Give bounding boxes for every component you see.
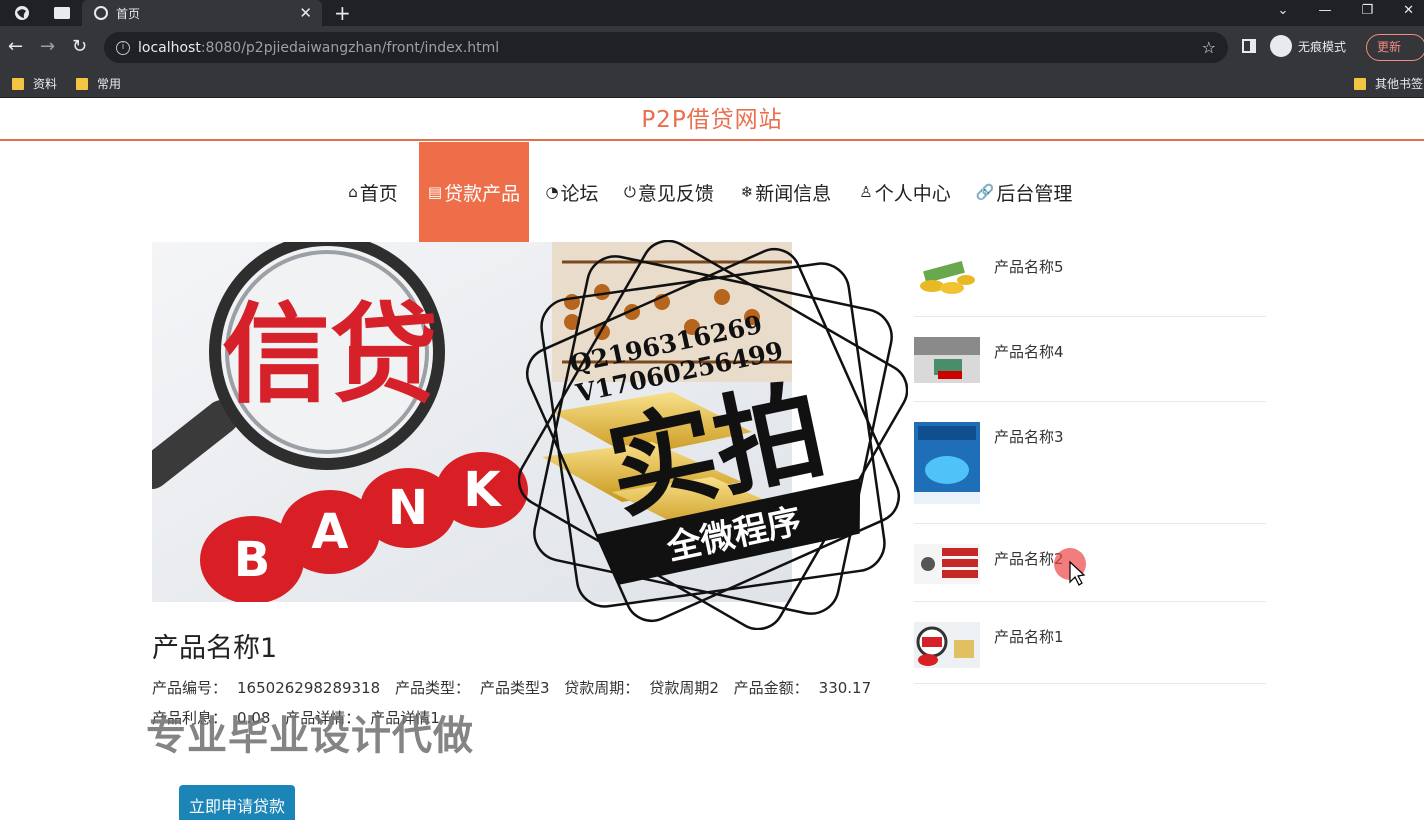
sidebar-product-2[interactable]: 产品名称2: [914, 534, 1266, 602]
forum-icon: ◔: [545, 183, 559, 201]
product-title: 产品名称1: [152, 633, 278, 664]
coin-letter-b: B: [234, 532, 271, 588]
browser-tab-strip: 首页 ✕ + ⌄ — ❐ ✕: [0, 0, 1424, 26]
coin-letter-n: N: [388, 480, 428, 536]
url-host: localhost: [138, 39, 201, 56]
star-icon: ★: [613, 529, 638, 562]
product-thumbnail: [914, 252, 980, 298]
globe-icon: [94, 6, 108, 20]
other-bookmarks-label: 其他书签: [1375, 77, 1424, 91]
nav-label: 论坛: [560, 182, 599, 205]
forward-icon[interactable]: →: [40, 36, 55, 58]
product-thumbnail: [914, 544, 980, 584]
sidebar-product-name: 产品名称4: [994, 343, 1064, 361]
product-type: 产品类型3: [479, 679, 550, 697]
nav-item-home[interactable]: ⌂ 首页: [338, 142, 408, 242]
nav-label: 新闻信息: [755, 182, 832, 205]
other-bookmarks[interactable]: 其他书签: [1354, 75, 1423, 92]
nav-label: 意见反馈: [637, 182, 714, 205]
new-tab-button[interactable]: +: [334, 0, 351, 26]
bookmark-label: 常用: [97, 77, 122, 91]
nav-label: 后台管理: [996, 182, 1073, 205]
restore-icon[interactable]: ❐: [1361, 0, 1373, 22]
incognito-label: 无痕模式: [1298, 39, 1347, 54]
product-code: 165026298289318: [237, 679, 381, 697]
banner-magnifier-text: 信贷: [222, 293, 438, 418]
address-toolbar: ← → ↻ i localhost:8080/p2pjiedaiwangzhan…: [0, 26, 1424, 70]
loan-period-label: 贷款周期：: [564, 679, 640, 697]
url-path: :8080/p2pjiedaiwangzhan/front/index.html: [200, 39, 500, 56]
tab-search-icon[interactable]: [52, 3, 72, 23]
nav-label: 个人中心: [874, 182, 951, 205]
tab-title: 首页: [116, 6, 141, 21]
nav-item-admin[interactable]: 🔗 后台管理: [972, 142, 1076, 242]
coin-letter-k: K: [463, 462, 502, 518]
nav-item-loan-products[interactable]: ▤ 贷款产品: [419, 142, 529, 242]
product-amount-label: 产品金额：: [733, 679, 809, 697]
watermark-text: 专业毕业设计代做: [146, 713, 474, 759]
nav-item-news[interactable]: ❄ 新闻信息: [734, 142, 838, 242]
browser-menu-icon[interactable]: [12, 3, 32, 23]
loan-product-icon: ▤: [427, 183, 443, 201]
feedback-icon: ⏻: [624, 183, 636, 201]
sidebar-product-name: 产品名称3: [994, 428, 1064, 446]
product-type-label: 产品类型：: [394, 679, 470, 697]
product-code-label: 产品编号：: [152, 679, 228, 697]
minimize-icon[interactable]: —: [1318, 0, 1331, 22]
product-thumbnail: [914, 422, 980, 504]
back-icon[interactable]: ←: [8, 36, 23, 58]
incognito-indicator[interactable]: 无痕模式: [1270, 35, 1346, 57]
incognito-icon: [1270, 35, 1292, 57]
reload-icon[interactable]: ↻: [72, 36, 87, 58]
side-panel-icon[interactable]: [1242, 39, 1256, 53]
site-info-icon[interactable]: i: [116, 40, 130, 55]
site-title: P2P借贷网站: [641, 107, 783, 133]
news-icon: ❄: [740, 183, 754, 201]
nav-label: 贷款产品: [444, 182, 521, 205]
sidebar-product-5[interactable]: 产品名称5: [914, 242, 1266, 317]
product-thumbnail: [914, 337, 980, 383]
sidebar-product-1[interactable]: 产品名称1: [914, 612, 1266, 684]
close-icon[interactable]: ✕: [299, 4, 312, 22]
folder-icon: [76, 77, 88, 90]
sidebar-product-3[interactable]: 产品名称3: [914, 412, 1266, 524]
product-amount: 330.17: [818, 679, 872, 697]
nav-label: 首页: [359, 182, 398, 205]
loan-period: 贷款周期2: [649, 679, 719, 697]
folder-icon: [1354, 77, 1366, 90]
bookmark-star-icon[interactable]: ☆: [1202, 38, 1216, 57]
window-controls: ⌄ — ❐ ✕: [1278, 0, 1414, 22]
sidebar-product-name: 产品名称5: [994, 258, 1064, 276]
main-nav: ⌂ 首页 ▤ 贷款产品 ◔ 论坛 ⏻ 意见反馈 ❄ 新闻信息 ♙ 个人中心 🔗 后台管理: [0, 142, 1424, 242]
home-icon: ⌂: [348, 183, 358, 201]
apply-loan-button[interactable]: 立即申请贷款: [179, 785, 295, 820]
url-bar[interactable]: i localhost:8080/p2pjiedaiwangzhan/front…: [104, 32, 1228, 63]
sidebar-product-name: 产品名称1: [994, 628, 1064, 646]
mouse-cursor-icon: [1054, 548, 1086, 586]
star-icon: ★: [836, 476, 861, 509]
sidebar-product-4[interactable]: 产品名称4: [914, 327, 1266, 402]
product-thumbnail: [914, 622, 980, 668]
watermark-stamp: Q2196316269 V17060256499 实拍 全微程序 ★ ★: [518, 240, 908, 630]
product-meta-line-1: 产品编号： 165026298289318 产品类型： 产品类型3 贷款周期： 贷款周…: [152, 677, 881, 698]
update-button[interactable]: 更新: [1366, 34, 1424, 61]
bookmark-folder-changyong[interactable]: 常用: [76, 75, 121, 92]
bookmarks-bar: 资料 常用 其他书签: [0, 70, 1424, 98]
bookmark-label: 资料: [33, 77, 58, 91]
window-close-icon[interactable]: ✕: [1403, 0, 1414, 22]
nav-item-feedback[interactable]: ⏻ 意见反馈: [617, 142, 721, 242]
coin-letter-a: A: [311, 504, 348, 560]
site-header: P2P借贷网站: [0, 99, 1424, 141]
user-icon: ♙: [859, 183, 873, 201]
link-icon: 🔗: [975, 183, 995, 201]
nav-item-profile[interactable]: ♙ 个人中心: [853, 142, 957, 242]
browser-tab-home[interactable]: 首页 ✕: [82, 0, 322, 26]
nav-item-forum[interactable]: ◔ 论坛: [540, 142, 604, 242]
folder-icon: [12, 77, 24, 90]
bookmark-folder-ziliao[interactable]: 资料: [12, 75, 57, 92]
chevron-down-icon[interactable]: ⌄: [1278, 0, 1289, 22]
